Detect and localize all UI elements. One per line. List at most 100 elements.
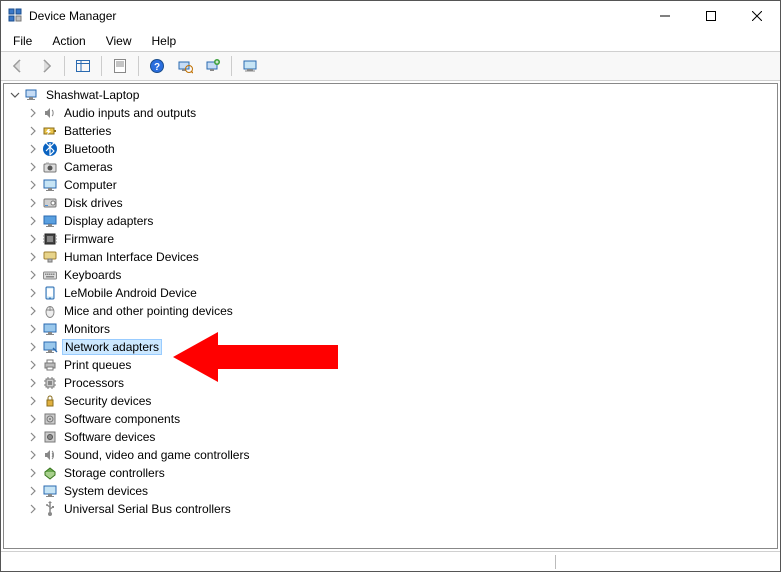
tree-category[interactable]: Cameras bbox=[4, 158, 777, 176]
expander-icon[interactable] bbox=[26, 466, 40, 480]
device-tree[interactable]: Shashwat-Laptop Audio inputs and outputs… bbox=[3, 83, 778, 549]
tree-root[interactable]: Shashwat-Laptop bbox=[4, 86, 777, 104]
tree-category[interactable]: Processors bbox=[4, 374, 777, 392]
tree-category-label: Human Interface Devices bbox=[62, 250, 201, 264]
expander-icon[interactable] bbox=[26, 178, 40, 192]
expander-icon[interactable] bbox=[26, 430, 40, 444]
tree-category[interactable]: LeMobile Android Device bbox=[4, 284, 777, 302]
expander-icon[interactable] bbox=[26, 124, 40, 138]
expander-icon[interactable] bbox=[26, 502, 40, 516]
expander-icon[interactable] bbox=[26, 214, 40, 228]
titlebar: Device Manager bbox=[1, 1, 780, 31]
keyboard-icon bbox=[42, 267, 58, 283]
android-icon bbox=[42, 285, 58, 301]
add-legacy-button[interactable] bbox=[200, 54, 226, 78]
tree-category[interactable]: Computer bbox=[4, 176, 777, 194]
menu-view[interactable]: View bbox=[98, 32, 140, 50]
expander-icon[interactable] bbox=[26, 286, 40, 300]
tree-category-label: Disk drives bbox=[62, 196, 125, 210]
maximize-button[interactable] bbox=[688, 1, 734, 31]
software-dev-icon bbox=[42, 429, 58, 445]
tree-category[interactable]: Print queues bbox=[4, 356, 777, 374]
expander-icon[interactable] bbox=[26, 250, 40, 264]
tree-category[interactable]: Keyboards bbox=[4, 266, 777, 284]
expander-icon[interactable] bbox=[26, 268, 40, 282]
expander-icon[interactable] bbox=[26, 484, 40, 498]
close-button[interactable] bbox=[734, 1, 780, 31]
printer-icon bbox=[42, 357, 58, 373]
scan-hardware-button[interactable] bbox=[172, 54, 198, 78]
expander-icon[interactable] bbox=[8, 88, 22, 102]
expander-icon[interactable] bbox=[26, 358, 40, 372]
menu-action[interactable]: Action bbox=[44, 32, 93, 50]
tree-category[interactable]: Bluetooth bbox=[4, 140, 777, 158]
tree-category[interactable]: Firmware bbox=[4, 230, 777, 248]
show-hide-tree-button[interactable] bbox=[70, 54, 96, 78]
expander-icon[interactable] bbox=[26, 304, 40, 318]
firmware-icon bbox=[42, 231, 58, 247]
expander-icon[interactable] bbox=[26, 412, 40, 426]
disk-icon bbox=[42, 195, 58, 211]
toolbar-separator bbox=[138, 56, 139, 76]
tree-category[interactable]: System devices bbox=[4, 482, 777, 500]
toolbar-separator bbox=[64, 56, 65, 76]
expander-icon[interactable] bbox=[26, 322, 40, 336]
app-icon bbox=[7, 7, 23, 26]
tree-category[interactable]: Software components bbox=[4, 410, 777, 428]
tree-category-label: System devices bbox=[62, 484, 150, 498]
tree-category[interactable]: Network adapters bbox=[4, 338, 777, 356]
properties-button[interactable] bbox=[107, 54, 133, 78]
expander-icon[interactable] bbox=[26, 394, 40, 408]
tree-category[interactable]: Universal Serial Bus controllers bbox=[4, 500, 777, 518]
tree-category[interactable]: Sound, video and game controllers bbox=[4, 446, 777, 464]
tree-category[interactable]: Batteries bbox=[4, 122, 777, 140]
tree-category[interactable]: Storage controllers bbox=[4, 464, 777, 482]
menu-help[interactable]: Help bbox=[144, 32, 185, 50]
cpu-icon bbox=[42, 375, 58, 391]
system-icon bbox=[42, 483, 58, 499]
devices-button[interactable] bbox=[237, 54, 263, 78]
tree-category[interactable]: Security devices bbox=[4, 392, 777, 410]
expander-icon[interactable] bbox=[26, 376, 40, 390]
tree-category-label: Keyboards bbox=[62, 268, 123, 282]
svg-text:?: ? bbox=[154, 62, 160, 73]
tree-category[interactable]: Human Interface Devices bbox=[4, 248, 777, 266]
expander-icon[interactable] bbox=[26, 448, 40, 462]
tree-category-label: LeMobile Android Device bbox=[62, 286, 199, 300]
help-button[interactable]: ? bbox=[144, 54, 170, 78]
mouse-icon bbox=[42, 303, 58, 319]
tree-category[interactable]: Audio inputs and outputs bbox=[4, 104, 777, 122]
expander-icon[interactable] bbox=[26, 340, 40, 354]
expander-icon[interactable] bbox=[26, 196, 40, 210]
expander-icon[interactable] bbox=[26, 106, 40, 120]
titlebar-left: Device Manager bbox=[7, 7, 116, 26]
minimize-button[interactable] bbox=[642, 1, 688, 31]
tree-category-label: Sound, video and game controllers bbox=[62, 448, 251, 462]
tree-category-label: Audio inputs and outputs bbox=[62, 106, 198, 120]
pc-icon bbox=[24, 87, 40, 103]
forward-button[interactable] bbox=[33, 54, 59, 78]
tree-category-label: Processors bbox=[62, 376, 126, 390]
tree-category[interactable]: Monitors bbox=[4, 320, 777, 338]
network-icon bbox=[42, 339, 58, 355]
statusbar bbox=[1, 551, 780, 571]
status-separator bbox=[555, 555, 556, 569]
expander-icon[interactable] bbox=[26, 232, 40, 246]
monitor-icon bbox=[42, 321, 58, 337]
expander-icon[interactable] bbox=[26, 142, 40, 156]
tree-category-label: Software devices bbox=[62, 430, 157, 444]
tree-category-label: Firmware bbox=[62, 232, 116, 246]
menubar: File Action View Help bbox=[1, 31, 780, 51]
tree-category[interactable]: Software devices bbox=[4, 428, 777, 446]
tree-category-label: Universal Serial Bus controllers bbox=[62, 502, 233, 516]
tree-category[interactable]: Mice and other pointing devices bbox=[4, 302, 777, 320]
tree-category-label: Cameras bbox=[62, 160, 115, 174]
back-button[interactable] bbox=[5, 54, 31, 78]
tree-category[interactable]: Disk drives bbox=[4, 194, 777, 212]
usb-icon bbox=[42, 501, 58, 517]
menu-file[interactable]: File bbox=[5, 32, 40, 50]
tree-root-label: Shashwat-Laptop bbox=[44, 88, 141, 102]
tree-category[interactable]: Display adapters bbox=[4, 212, 777, 230]
display-icon bbox=[42, 213, 58, 229]
expander-icon[interactable] bbox=[26, 160, 40, 174]
